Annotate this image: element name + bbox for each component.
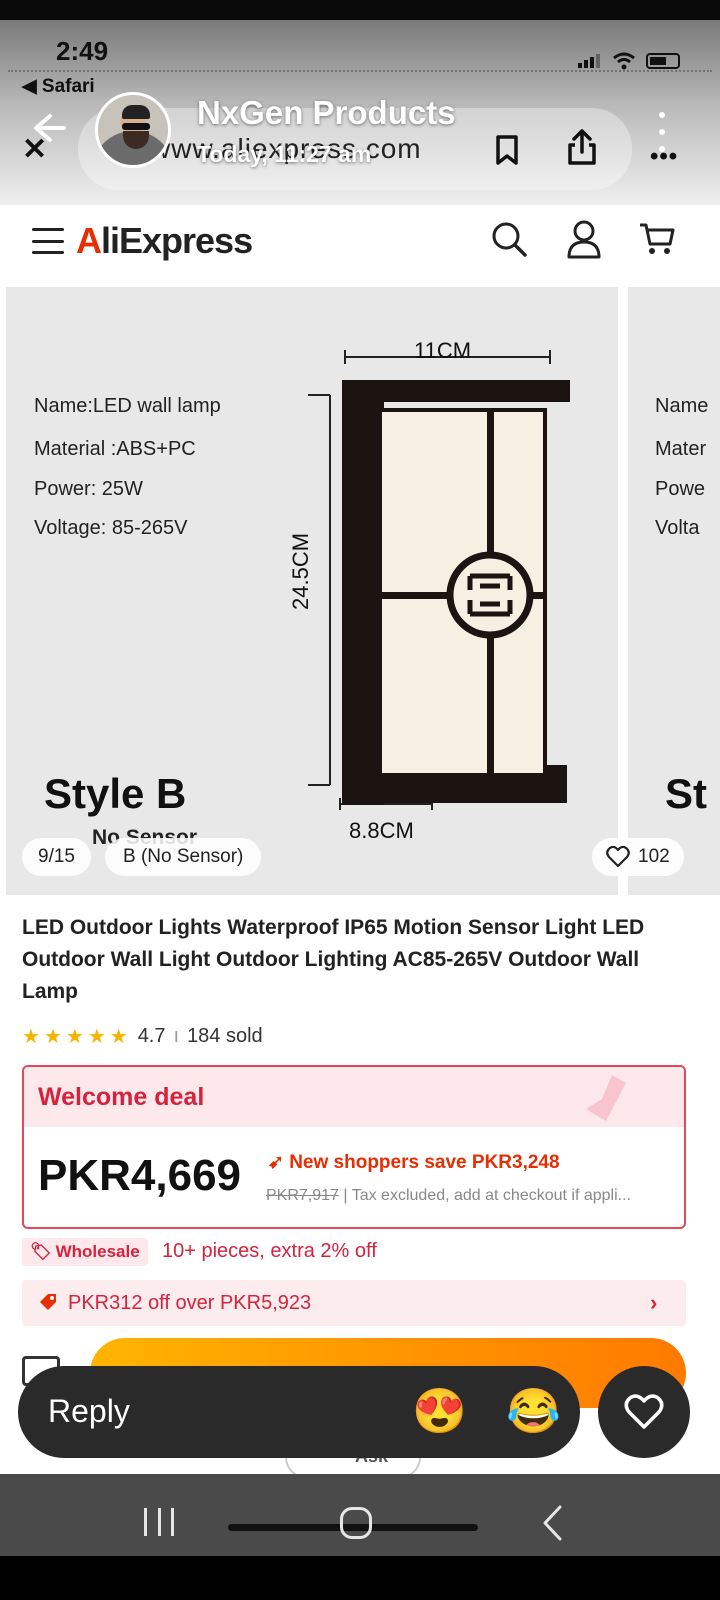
wishlist-button[interactable]: 102: [592, 838, 684, 876]
spec-power: Power: 25W: [34, 478, 143, 500]
style-label-peek: St: [665, 770, 707, 817]
rating-value: 4.7: [137, 1025, 166, 1047]
sold-count: 184 sold: [187, 1025, 263, 1047]
wishlist-count: 102: [638, 846, 670, 867]
status-icons: [578, 52, 680, 70]
coupon-text: PKR312 off over PKR5,923: [68, 1292, 312, 1314]
aliexpress-logo[interactable]: AliExpress: [76, 220, 253, 262]
status-time: 2:49: [56, 36, 109, 66]
dimension-width: 11CM: [414, 338, 472, 363]
original-price-line: PKR7,917 | Tax excluded, add at checkout…: [266, 1187, 631, 1205]
signal-icon: [578, 54, 602, 68]
emoji-laughing[interactable]: 😂: [506, 1384, 561, 1440]
reply-placeholder: Reply: [48, 1393, 130, 1429]
wholesale-text: 10+ pieces, extra 2% off: [162, 1240, 377, 1262]
lamp-illustration: [308, 350, 570, 810]
spec-peek-material: Mater: [655, 438, 707, 460]
back-arrow-icon[interactable]: [28, 108, 68, 148]
story-author-name[interactable]: NxGen Products: [197, 94, 456, 132]
spec-name: Name:LED wall lamp: [34, 395, 221, 417]
product-title: LED Outdoor Lights Waterproof IP65 Motio…: [22, 916, 645, 1003]
heart-icon: [624, 1394, 664, 1429]
share-icon[interactable]: [566, 128, 598, 166]
star-icon: ★: [65, 1026, 84, 1048]
star-icon: ★: [109, 1026, 128, 1048]
image-counter: 9/15: [22, 838, 91, 876]
tax-note: | Tax excluded, add at checkout if appli…: [343, 1187, 631, 1204]
recent-apps-icon[interactable]: [144, 1508, 174, 1536]
ribbon-icon: [586, 1075, 626, 1121]
heart-outline-icon: [606, 846, 630, 868]
cart-icon[interactable]: [638, 220, 676, 258]
welcome-deal-card[interactable]: Welcome deal PKR4,669 ➹ New shoppers sav…: [22, 1065, 686, 1229]
deal-title: Welcome deal: [38, 1083, 205, 1111]
avatar[interactable]: [95, 92, 171, 168]
spec-material: Material :ABS+PC: [34, 438, 196, 460]
original-price: PKR7,917: [266, 1187, 339, 1204]
new-shopper-savings: ➹ New shoppers save PKR3,248: [268, 1152, 560, 1173]
menu-icon[interactable]: [32, 228, 64, 254]
bottom-black-band: [0, 1556, 720, 1600]
nav-back-icon[interactable]: [540, 1504, 564, 1542]
coupon-tag-icon: [40, 1294, 56, 1310]
story-menu-icon[interactable]: [656, 112, 668, 152]
home-icon[interactable]: [340, 1507, 372, 1539]
emoji-heart-eyes[interactable]: 😍: [412, 1384, 467, 1440]
star-icon: ★: [87, 1026, 106, 1048]
spec-peek-voltage: Volta: [655, 517, 700, 539]
rating-divider: ı: [173, 1025, 180, 1047]
wifi-icon: [613, 52, 635, 70]
rating-row: ★ ★ ★ ★ ★ 4.7 ı 184 sold: [22, 1024, 263, 1049]
spec-peek-name: Name: [655, 395, 709, 417]
star-icon: ★: [43, 1026, 62, 1048]
back-to-safari[interactable]: ◀ Safari: [22, 75, 95, 98]
spec-peek-power: Powe: [655, 478, 706, 500]
wholesale-badge: 🏷 Wholesale: [22, 1238, 148, 1266]
flash-icon: ➹: [268, 1152, 290, 1173]
like-story-button[interactable]: [598, 1366, 690, 1458]
chevron-right-icon[interactable]: ›: [650, 1290, 657, 1316]
price: PKR4,669: [38, 1151, 242, 1200]
star-icon: ★: [22, 1026, 40, 1048]
dimension-depth: 8.8CM: [349, 818, 414, 843]
variant-pill[interactable]: B (No Sensor): [105, 838, 262, 876]
battery-icon: [646, 53, 680, 69]
dimension-height: 24.5CM: [288, 532, 313, 610]
spec-voltage: Voltage: 85-265V: [34, 517, 188, 539]
bookmark-icon[interactable]: [495, 135, 519, 165]
tag-icon: 🏷: [30, 1242, 52, 1261]
style-label: Style B: [44, 770, 187, 817]
user-icon[interactable]: [566, 219, 602, 259]
search-icon[interactable]: [490, 220, 528, 258]
story-timestamp: Today, 11:27 am: [197, 141, 372, 167]
story-progress-bar: [8, 70, 712, 72]
top-black-band: [0, 0, 720, 20]
